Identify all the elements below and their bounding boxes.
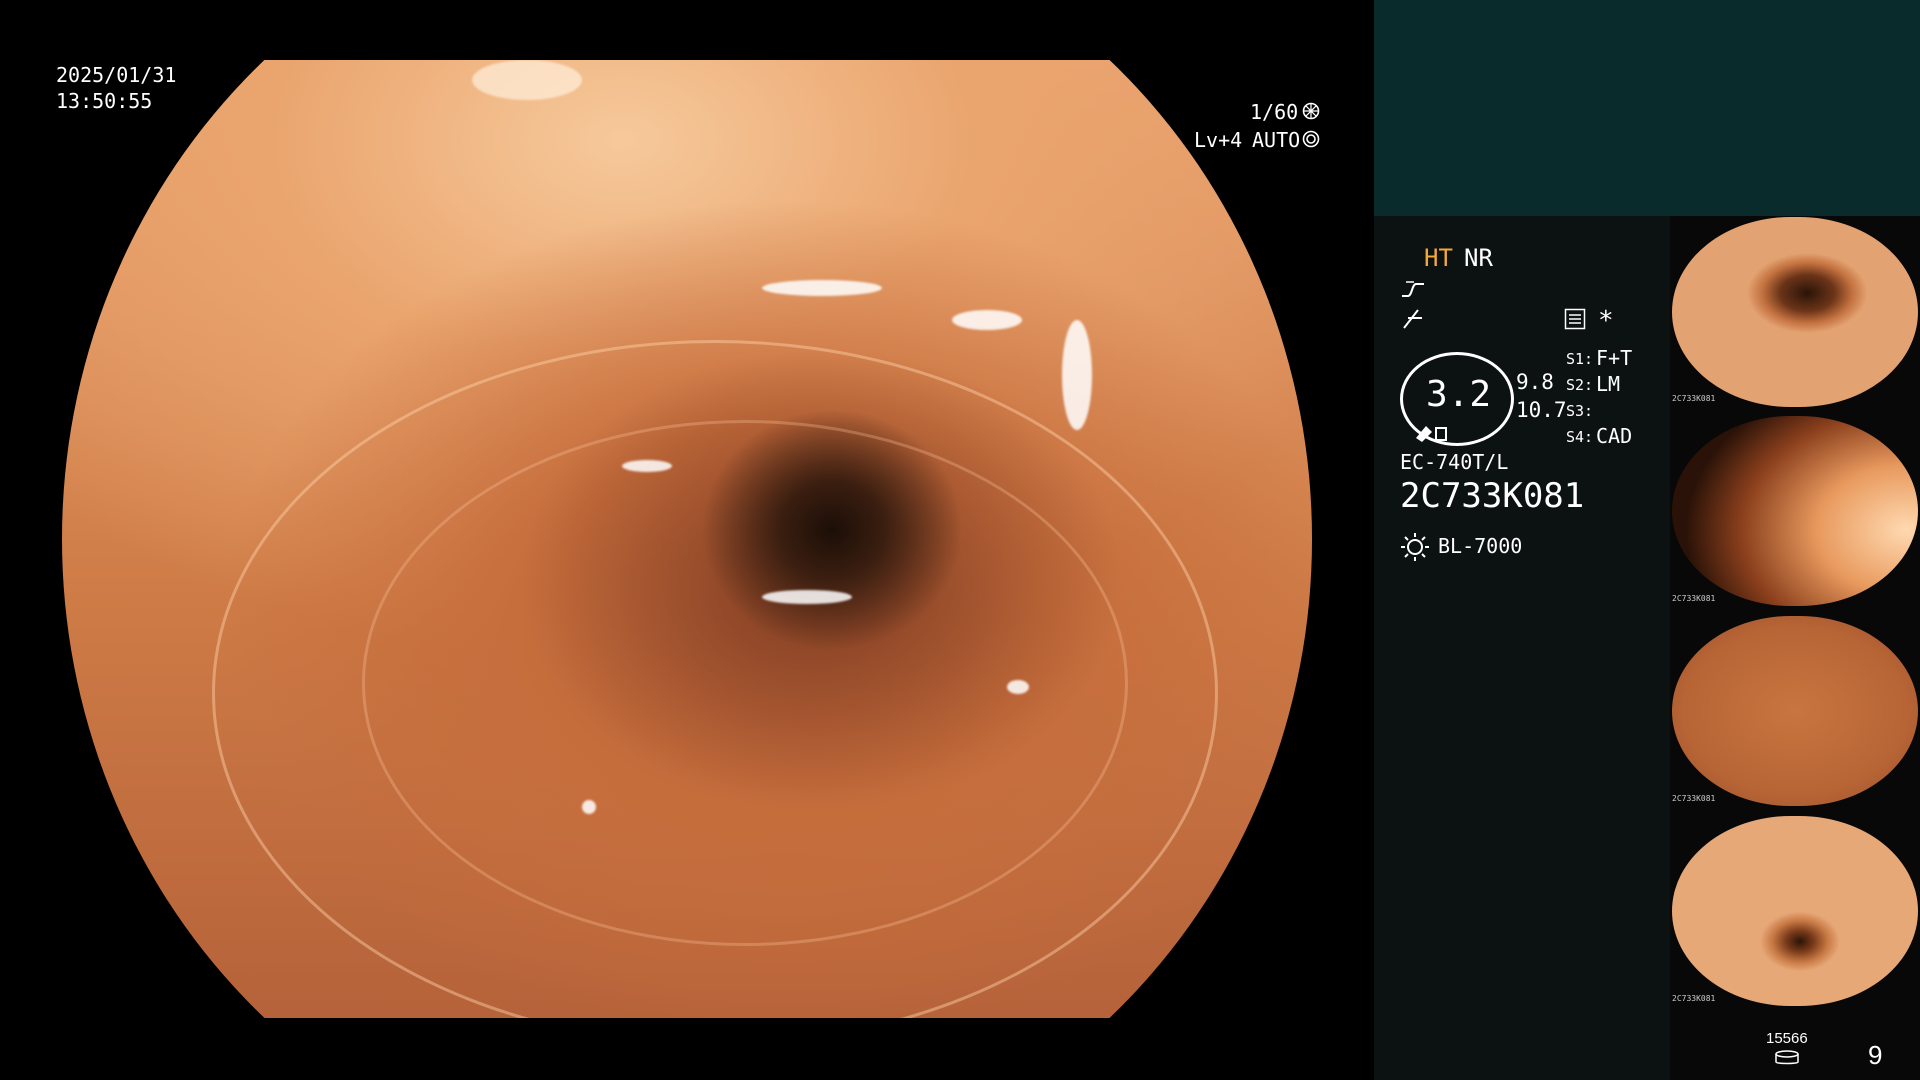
specular-highlight	[762, 590, 852, 604]
aperture-icon	[1302, 102, 1320, 124]
thumbnail-2[interactable]	[1672, 416, 1918, 606]
specular-highlight	[1062, 320, 1092, 430]
specular-highlight	[1007, 680, 1029, 694]
thumbnail-label: 2C733K081	[1672, 794, 1716, 803]
iris-icon	[1302, 130, 1320, 152]
s1-label: S1:	[1566, 350, 1594, 368]
image-count: 9	[1868, 1040, 1883, 1070]
scope-serial: 2C733K081	[1400, 476, 1585, 516]
measure-value-b: 10.7	[1516, 398, 1567, 422]
storage-counter: 15566	[1766, 1030, 1808, 1047]
thumbnail-label: 2C733K081	[1672, 594, 1716, 603]
endoscope-main-view	[62, 60, 1312, 1018]
thumbnail-label: 2C733K081	[1672, 994, 1716, 1003]
thumbnail-4[interactable]	[1672, 816, 1918, 1006]
specular-highlight	[762, 280, 882, 296]
specular-highlight	[472, 60, 582, 100]
setting-asterisk: *	[1598, 306, 1614, 336]
shutter-speed: 1/60	[1250, 100, 1299, 124]
disk-icon	[1774, 1050, 1800, 1070]
light-source-icon	[1400, 532, 1430, 566]
specular-highlight	[622, 460, 672, 472]
specular-highlight	[582, 800, 596, 814]
specular-highlight	[952, 310, 1022, 330]
panel-header	[1374, 0, 1920, 216]
enhance-icon	[1400, 308, 1426, 334]
thumbnail-1[interactable]	[1672, 217, 1918, 407]
s2-label: S2:	[1566, 376, 1594, 394]
thumbnail-label: 2C733K081	[1672, 394, 1716, 403]
measure-value-a: 9.8	[1516, 370, 1554, 394]
brightness-level: Lv+4	[1194, 128, 1243, 152]
ht-indicator: HT	[1424, 244, 1453, 272]
s4-value: CAD	[1596, 424, 1633, 448]
scope-tip-icon	[1414, 420, 1450, 446]
zoom-value: 3.2	[1426, 374, 1492, 415]
light-source: BL-7000	[1438, 534, 1523, 558]
s4-label: S4:	[1566, 428, 1594, 446]
exam-date: 2025/01/31	[56, 63, 177, 87]
iris-mode: AUTO	[1252, 128, 1301, 152]
gamma-curve-icon	[1400, 278, 1426, 304]
nr-indicator: NR	[1464, 244, 1493, 272]
scope-model: EC-740T/L	[1400, 450, 1509, 474]
menu-list-icon	[1564, 308, 1586, 334]
s1-value: F+T	[1596, 346, 1633, 370]
s3-label: S3:	[1566, 402, 1594, 420]
thumbnail-3[interactable]	[1672, 616, 1918, 806]
exam-time: 13:50:55	[56, 89, 153, 113]
s2-value: LM	[1596, 372, 1621, 396]
